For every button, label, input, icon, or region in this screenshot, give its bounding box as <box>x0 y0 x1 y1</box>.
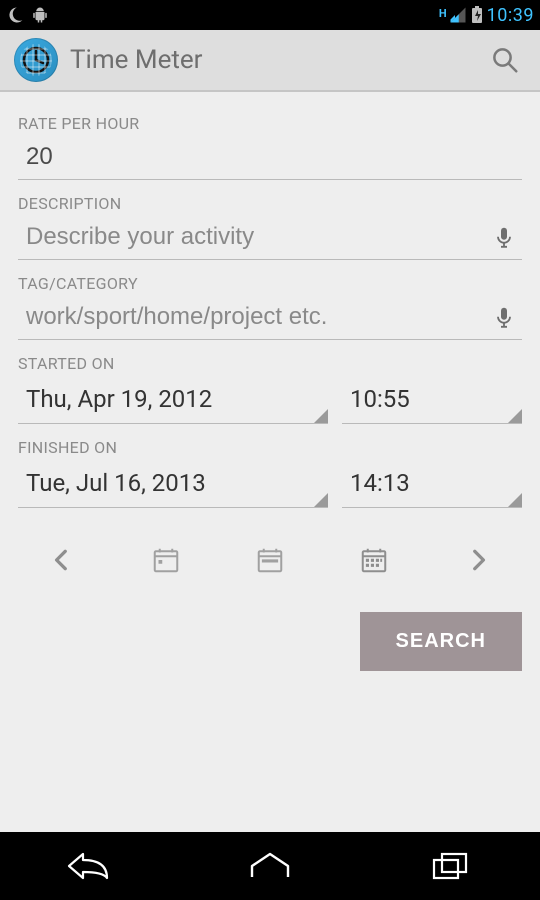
tag-mic-button[interactable] <box>492 305 516 329</box>
network-indicator: H <box>439 7 447 20</box>
home-icon <box>248 851 292 881</box>
app-icon <box>14 38 58 82</box>
calendar-month-button[interactable] <box>350 536 398 584</box>
form-content: RATE PER HOUR DESCRIPTION TAG/CATEGORY S… <box>0 92 540 832</box>
chevron-left-icon <box>49 547 75 573</box>
action-bar: Time Meter <box>0 30 540 92</box>
signal-icon <box>449 6 467 24</box>
prev-button[interactable] <box>38 536 86 584</box>
rate-input[interactable] <box>18 137 522 180</box>
android-icon <box>30 6 50 24</box>
started-date-value: Thu, Apr 19, 2012 <box>26 385 212 413</box>
finished-date-value: Tue, Jul 16, 2013 <box>26 469 206 497</box>
calendar-day-button[interactable] <box>142 536 190 584</box>
tag-label: TAG/CATEGORY <box>18 274 522 293</box>
system-nav-bar <box>0 832 540 900</box>
status-bar: H 10:39 <box>0 0 540 30</box>
back-icon <box>67 850 113 882</box>
next-button[interactable] <box>454 536 502 584</box>
moon-icon <box>6 6 24 24</box>
home-button[interactable] <box>225 842 315 890</box>
calendar-day-icon <box>151 545 181 575</box>
started-date-spinner[interactable]: Thu, Apr 19, 2012 <box>18 377 328 424</box>
finished-date-spinner[interactable]: Tue, Jul 16, 2013 <box>18 461 328 508</box>
search-action-button[interactable] <box>484 39 526 81</box>
recents-button[interactable] <box>405 842 495 890</box>
calendar-month-icon <box>359 545 389 575</box>
description-mic-button[interactable] <box>492 225 516 249</box>
started-time-value: 10:55 <box>350 385 410 413</box>
description-input[interactable] <box>18 217 522 260</box>
recents-icon <box>430 850 470 882</box>
finished-time-spinner[interactable]: 14:13 <box>342 461 522 508</box>
started-time-spinner[interactable]: 10:55 <box>342 377 522 424</box>
description-label: DESCRIPTION <box>18 194 522 213</box>
finished-label: FINISHED ON <box>18 438 522 457</box>
calendar-week-icon <box>255 545 285 575</box>
date-range-toolbar <box>18 508 522 594</box>
tag-input[interactable] <box>18 297 522 340</box>
chevron-right-icon <box>465 547 491 573</box>
search-button[interactable]: SEARCH <box>360 612 522 671</box>
battery-charging-icon <box>471 6 483 24</box>
search-icon <box>490 45 520 75</box>
microphone-icon <box>495 306 513 328</box>
started-label: STARTED ON <box>18 354 522 373</box>
microphone-icon <box>495 226 513 248</box>
finished-time-value: 14:13 <box>350 469 410 497</box>
calendar-week-button[interactable] <box>246 536 294 584</box>
rate-label: RATE PER HOUR <box>18 114 522 133</box>
app-title: Time Meter <box>70 45 202 75</box>
back-button[interactable] <box>45 842 135 890</box>
status-clock: 10:39 <box>487 5 534 26</box>
